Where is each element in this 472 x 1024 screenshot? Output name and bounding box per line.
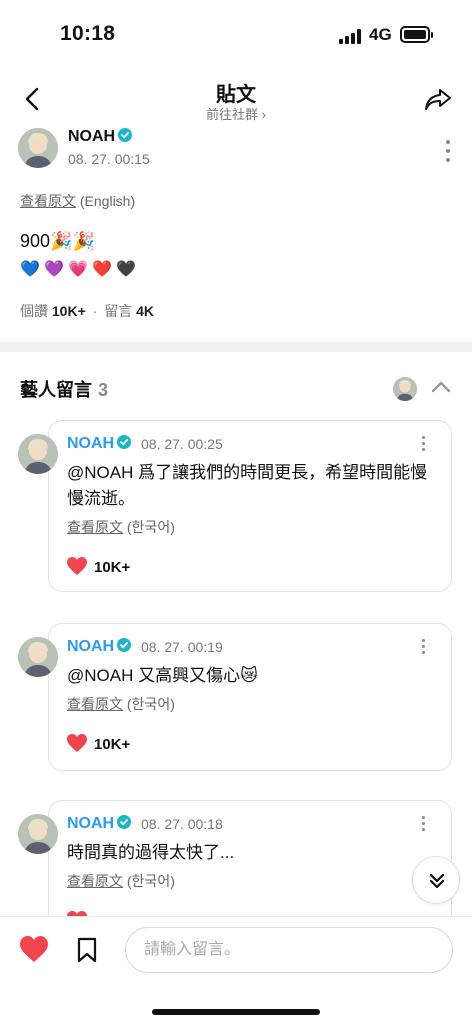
double-chevron-down-icon <box>429 873 445 889</box>
artist-comments-header[interactable]: 藝人留言 3 <box>20 376 452 402</box>
avatar <box>393 377 417 401</box>
comment-like-count: 10K+ <box>94 559 131 576</box>
comment-translate: 查看原文 (한국어) <box>67 694 175 714</box>
post-timestamp: 08. 27. 00:15 <box>68 151 150 167</box>
original-language: (English) <box>79 193 136 209</box>
comment-more-button[interactable] <box>414 816 434 834</box>
post-more-button[interactable] <box>438 140 458 164</box>
post-author: NOAH 08. 27. 00:15 <box>18 128 458 173</box>
view-original-link[interactable]: 查看原文 <box>67 873 123 889</box>
scroll-to-bottom-button[interactable] <box>412 856 460 904</box>
comment-more-button[interactable] <box>414 436 434 454</box>
heart-icon[interactable] <box>19 935 49 963</box>
status-time: 10:18 <box>60 22 116 45</box>
red-heart-emoji: ❤️ <box>92 261 112 278</box>
comment-author[interactable]: NOAH <box>67 435 132 453</box>
avatar[interactable] <box>18 128 58 168</box>
page-title: 貼文 <box>216 84 256 106</box>
comment-author[interactable]: NOAH <box>67 638 132 656</box>
view-original-link[interactable]: 查看原文 <box>67 696 123 712</box>
avatar[interactable] <box>18 637 58 677</box>
comment-input[interactable] <box>125 927 453 973</box>
comments-label: 留言 <box>104 303 133 319</box>
post-emoji-line: 💙 💜 💗 ❤️ 🖤 <box>20 255 140 283</box>
original-language: (한국어) <box>126 696 175 712</box>
post-text: 900🎉🎉 <box>20 231 95 251</box>
post-stats: 個讚 10K+ · 留言 4K <box>20 301 154 321</box>
battery-icon <box>400 26 433 43</box>
chevron-up-icon[interactable] <box>430 378 452 396</box>
heart-icon <box>67 734 87 752</box>
comment-text: @NOAH 爲了讓我們的時間更長，希望時間能慢慢流逝。 <box>67 463 428 508</box>
comment-timestamp: 08. 27. 00:25 <box>141 436 223 452</box>
cellular-signal-icon <box>339 28 363 44</box>
comment-translate: 查看原文 (한국어) <box>67 517 175 537</box>
share-button[interactable] <box>422 84 454 114</box>
avatar[interactable] <box>18 434 58 474</box>
comment-author[interactable]: NOAH <box>67 815 132 833</box>
heart-icon <box>67 557 87 575</box>
verified-icon <box>117 815 132 829</box>
likes-label: 個讚 <box>20 303 48 319</box>
bookmark-icon[interactable] <box>76 937 98 963</box>
artist-comments-count: 3 <box>98 380 109 400</box>
comment-timestamp: 08. 27. 00:18 <box>141 816 223 832</box>
blue-heart-emoji: 💙 <box>20 261 40 278</box>
post-author-name[interactable]: NOAH <box>68 128 133 146</box>
likes-count: 10K+ <box>51 303 86 319</box>
comment-author-text: NOAH <box>67 815 115 832</box>
network-type: 4G <box>369 25 392 44</box>
comment-more-button[interactable] <box>414 639 434 657</box>
comment-author-text: NOAH <box>67 435 115 452</box>
pink-heart-emoji: 💗 <box>68 261 88 278</box>
list-item: NOAH 08. 27. 00:19 @NOAH 又高興又傷心😿 查看原文 (한… <box>18 623 458 773</box>
post-translate: 查看原文 (English) <box>20 191 135 211</box>
post-body: 900🎉🎉 💙 💜 💗 ❤️ 🖤 <box>20 228 140 283</box>
status-bar: 10:18 4G <box>0 0 472 64</box>
app-header: 貼文 前往社群 › <box>0 70 472 130</box>
home-indicator <box>152 1009 320 1015</box>
avatar[interactable] <box>18 814 58 854</box>
comment-like-button[interactable]: 10K+ <box>66 733 130 753</box>
comment-like-button[interactable]: 10K+ <box>66 556 130 576</box>
section-divider <box>0 342 472 352</box>
comment-timestamp: 08. 27. 00:19 <box>141 639 223 655</box>
verified-icon <box>117 638 132 652</box>
comments-count: 4K <box>136 303 154 319</box>
verified-icon <box>117 435 132 449</box>
list-item: NOAH 08. 27. 00:25 @NOAH 爲了讓我們的時間更長，希望時間… <box>18 420 458 596</box>
black-heart-emoji: 🖤 <box>116 261 136 278</box>
artist-comments-title: 藝人留言 <box>20 380 92 400</box>
purple-heart-emoji: 💜 <box>44 261 64 278</box>
view-original-link[interactable]: 查看原文 <box>20 193 76 209</box>
comment-translate: 查看原文 (한국어) <box>67 871 175 891</box>
comment-text: 時間真的過得太快了... <box>67 843 235 862</box>
comment-like-count: 10K+ <box>94 736 131 753</box>
comment-author-text: NOAH <box>67 638 115 655</box>
go-to-community-link[interactable]: 前往社群 › <box>0 104 472 123</box>
list-item: NOAH 08. 27. 00:18 時間真的過得太快了... 查看原文 (한국… <box>18 800 458 916</box>
comment-composer-bar <box>0 916 472 1024</box>
comment-text: @NOAH 又高興又傷心😿 <box>67 666 258 685</box>
author-name-text: NOAH <box>68 128 116 145</box>
share-icon <box>425 89 451 110</box>
original-language: (한국어) <box>126 873 175 889</box>
original-language: (한국어) <box>126 519 175 535</box>
stats-separator: · <box>92 303 98 319</box>
view-original-link[interactable]: 查看原文 <box>67 519 123 535</box>
verified-icon <box>118 128 133 142</box>
